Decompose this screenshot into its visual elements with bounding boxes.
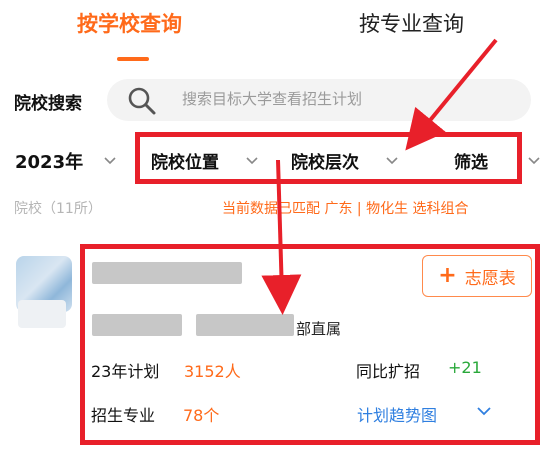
annotation-arrows [261, 38, 498, 315]
annotation-arrow-2 [261, 159, 302, 315]
annotation-arrow-1 [405, 38, 498, 151]
